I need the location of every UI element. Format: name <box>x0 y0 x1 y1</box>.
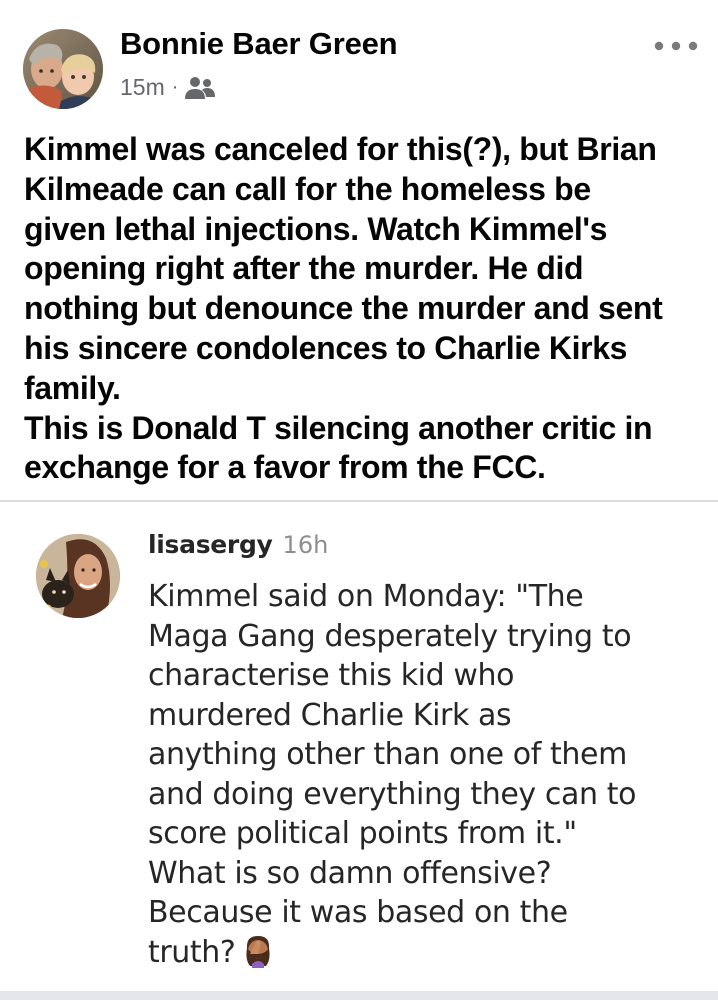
comment-body-line: characterise this kid who <box>148 658 515 693</box>
comment-body-line: Kimmel said on Monday: "The <box>148 579 584 614</box>
more-options-icon <box>654 41 698 51</box>
post-body-line: family. <box>24 369 121 406</box>
bottom-edge <box>0 991 718 1000</box>
post-body-line: given lethal injections. Watch Kimmel's <box>24 210 608 247</box>
comment-body-line: anything other than one of them <box>148 737 627 772</box>
author-name[interactable]: Bonnie Baer Green <box>120 26 398 62</box>
comment-body-line: murdered Charlie Kirk as <box>148 697 512 733</box>
comment-screenshot: lisasergy 16h Kimmel said on Monday: "Th… <box>0 502 718 1000</box>
comment-body-line: Because it was based on the <box>148 895 568 930</box>
comment-body-line: Maga Gang desperately trying to <box>148 618 632 654</box>
comment-body: Kimmel said on Monday: "The Maga Gang de… <box>148 577 713 972</box>
comment-body-last-line: truth? <box>148 933 713 973</box>
author-avatar[interactable] <box>23 29 103 109</box>
post-body-line: nothing but denounce the murder and sent <box>24 290 663 327</box>
comment-body-line: and doing everything they can to <box>148 776 637 812</box>
commenter-avatar <box>36 534 120 618</box>
post-body-line: Kimmel was canceled for this(?), but Bri… <box>24 131 657 167</box>
comment-header: lisasergy 16h <box>148 530 328 559</box>
post-body-line: opening right after the murder. He did <box>24 250 584 287</box>
meta-separator: · <box>171 76 179 98</box>
post-body-line: exchange for a favor from the FCC. <box>24 449 546 486</box>
post-body-line: his sincere condolences to Charlie Kirks <box>24 329 628 366</box>
commenter-username[interactable]: lisasergy <box>148 530 273 559</box>
post-body: Kimmel was canceled for this(?), but Bri… <box>24 130 714 488</box>
commenter-avatar-photo <box>36 534 120 618</box>
post-body-line: Kilmeade can call for the homeless be <box>24 170 591 207</box>
facepalm-emoji <box>241 934 275 968</box>
post-body-line: This is Donald T silencing another criti… <box>24 409 653 446</box>
comment-body-line: What is so damn offensive? <box>148 855 552 891</box>
comment-timestamp: 16h <box>282 531 329 559</box>
friends-icon[interactable] <box>184 75 216 101</box>
post-timestamp[interactable]: 15m <box>120 74 165 101</box>
author-avatar-photo <box>23 29 103 109</box>
facebook-post: Bonnie Baer Green 15m · Kimmel was cance… <box>0 0 718 500</box>
more-options-button[interactable] <box>646 26 706 66</box>
comment-body-line: score political points from it." <box>148 816 577 851</box>
post-meta: 15m · <box>120 74 216 101</box>
comment-body-line: truth? <box>148 934 236 970</box>
